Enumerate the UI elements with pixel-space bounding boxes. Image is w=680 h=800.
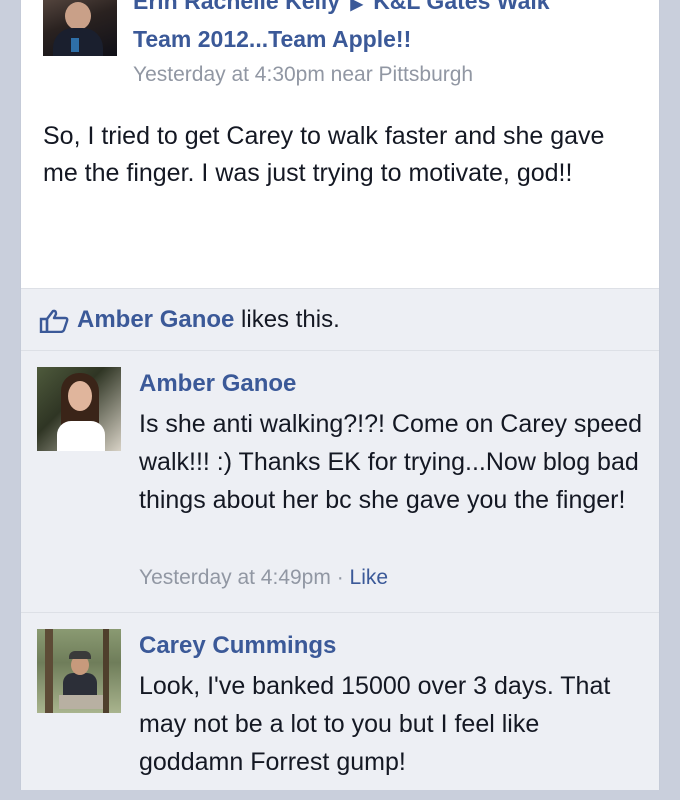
commenter-avatar[interactable] — [37, 629, 121, 713]
avatar-cap — [69, 651, 91, 659]
commenter-avatar[interactable] — [37, 367, 121, 451]
post-body-text: So, I tried to get Carey to walk faster … — [43, 122, 605, 187]
author-avatar[interactable] — [43, 0, 117, 56]
avatar-accent — [71, 38, 79, 52]
comment-timestamp[interactable]: Yesterday at 4:49pm — [139, 566, 331, 589]
target-name-link-line2[interactable]: Team 2012...Team Apple!! — [133, 24, 411, 54]
comment-meta: Yesterday at 4:49pm · Like — [139, 563, 388, 593]
avatar-tree — [45, 629, 53, 713]
post-title-line: Erin Rachelle Kelly ▶ K&L Gates Walk — [133, 0, 653, 20]
liker-name-link[interactable]: Amber Ganoe — [77, 306, 234, 333]
comment-item: Amber Ganoe Is she anti walking?!?! Come… — [21, 351, 659, 613]
avatar-legs — [59, 695, 103, 709]
post-header: Erin Rachelle Kelly ▶ K&L Gates Walk Tea… — [21, 0, 659, 100]
likes-suffix: likes this. — [241, 306, 340, 333]
avatar-face — [65, 2, 91, 30]
comment-item: Carey Cummings Look, I've banked 15000 o… — [21, 613, 659, 790]
avatar-shirt — [57, 421, 105, 451]
bottom-edge — [0, 790, 680, 800]
likes-row: Amber Ganoe likes this. — [21, 289, 659, 351]
commenter-name-link[interactable]: Amber Ganoe — [139, 369, 296, 399]
right-triangle-icon: ▶ — [350, 0, 363, 13]
target-name-link[interactable]: K&L Gates Walk — [373, 0, 549, 14]
feedback-section: Amber Ganoe likes this. Amber Ganoe Is s… — [21, 288, 659, 790]
avatar-tree — [103, 629, 109, 713]
author-name-link[interactable]: Erin Rachelle Kelly — [133, 0, 340, 14]
thumbs-up-icon — [39, 309, 69, 333]
post-timestamp[interactable]: Yesterday at 4:30pm near Pittsburgh — [133, 60, 473, 90]
comment-like-link[interactable]: Like — [350, 566, 389, 589]
likes-text: Amber Ganoe likes this. — [77, 305, 340, 335]
comment-text: Is she anti walking?!?! Come on Carey sp… — [139, 410, 643, 514]
post-card: Erin Rachelle Kelly ▶ K&L Gates Walk Tea… — [20, 0, 660, 790]
comment-text: Look, I've banked 15000 over 3 days. Tha… — [139, 672, 611, 776]
avatar-face — [68, 381, 92, 411]
meta-separator: · — [330, 566, 350, 589]
commenter-name-link[interactable]: Carey Cummings — [139, 631, 336, 661]
